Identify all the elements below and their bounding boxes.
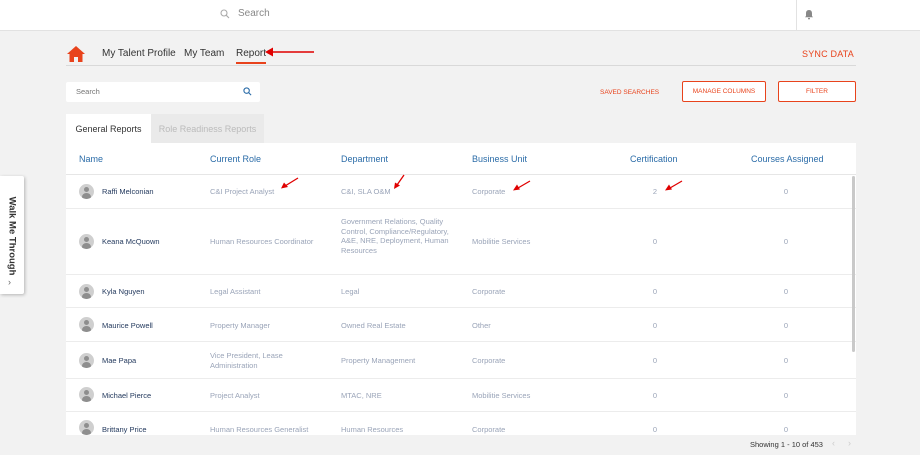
cell-current-role: Human Resources Generalist [210, 425, 309, 434]
walk-me-through-tab[interactable]: Walk Me Through › [0, 176, 24, 294]
cell-courses-assigned: 0 [783, 356, 789, 365]
column-header-department[interactable]: Department [341, 154, 388, 164]
cell-department: Legal [341, 287, 360, 296]
cell-name[interactable]: Raffi Melconian [102, 187, 154, 197]
cell-certification: 0 [652, 425, 658, 434]
cell-business-unit: Corporate [472, 356, 506, 365]
search-icon[interactable] [243, 87, 252, 96]
cell-certification: 0 [652, 356, 658, 365]
column-header-name[interactable]: Name [79, 154, 103, 164]
avatar-icon [79, 184, 94, 199]
global-search-placeholder[interactable]: Search [238, 8, 270, 19]
search-icon [220, 8, 230, 18]
cell-department: Human Resources [341, 425, 404, 434]
cell-current-role: Legal Assistant [210, 287, 261, 296]
annotation-arrow-role [281, 177, 299, 189]
nav-divider [66, 65, 856, 66]
bell-icon[interactable] [804, 9, 814, 20]
cell-department: Property Management [341, 356, 416, 365]
cell-department: Government Relations, Quality Control, C… [341, 217, 449, 255]
column-header-current-role[interactable]: Current Role [210, 154, 261, 164]
top-bar: Search [0, 0, 920, 31]
report-search[interactable] [66, 82, 260, 102]
tab-general-reports[interactable]: General Reports [66, 114, 151, 143]
cell-current-role: Human Resources Coordinator [210, 237, 314, 246]
cell-business-unit: Other [472, 321, 491, 330]
cell-name[interactable]: Mae Papa [102, 356, 136, 366]
cell-courses-assigned: 0 [783, 321, 789, 330]
annotation-arrow-certification [665, 180, 683, 191]
walk-me-through-label[interactable]: Walk Me Through [7, 197, 18, 276]
table-row[interactable]: Raffi Melconian C&I Project Analyst C&I,… [66, 175, 856, 209]
cell-business-unit: Mobilitie Services [472, 391, 531, 400]
annotation-arrow-business-unit [513, 180, 531, 191]
cell-current-role: Vice President, Lease Administration [210, 351, 283, 370]
cell-name[interactable]: Kyla Nguyen [102, 287, 145, 297]
nav-report[interactable]: Report [236, 48, 267, 64]
cell-department: C&I, SLA O&M [341, 187, 391, 196]
table-row[interactable]: Kyla Nguyen Legal Assistant Legal Corpor… [66, 275, 856, 308]
table-row[interactable]: Mae Papa Vice President, Lease Administr… [66, 342, 856, 379]
avatar-icon [79, 420, 94, 435]
cell-name[interactable]: Michael Pierce [102, 391, 151, 401]
filter-button[interactable]: FILTER [778, 81, 856, 102]
avatar-icon [79, 387, 94, 402]
avatar-icon [79, 353, 94, 368]
pagination-summary: Showing 1 - 10 of 453 [750, 440, 823, 449]
cell-department: Owned Real Estate [341, 321, 406, 330]
manage-columns-button[interactable]: MANAGE COLUMNS [682, 81, 766, 102]
cell-name[interactable]: Brittany Price [102, 425, 147, 435]
cell-courses-assigned: 0 [783, 425, 789, 434]
cell-business-unit: Corporate [472, 425, 506, 434]
sync-data-link[interactable]: SYNC DATA [802, 49, 854, 59]
cell-certification: 0 [652, 321, 658, 330]
nav-my-talent-profile[interactable]: My Talent Profile [102, 48, 176, 59]
column-header-business-unit[interactable]: Business Unit [472, 154, 527, 164]
cell-current-role: C&I Project Analyst [210, 187, 275, 196]
annotation-arrow-department [394, 174, 405, 189]
global-search[interactable]: Search [220, 8, 270, 19]
report-search-input[interactable] [76, 87, 236, 96]
cell-courses-assigned: 0 [783, 287, 789, 296]
cell-certification: 0 [652, 287, 658, 296]
saved-searches-link[interactable]: SAVED SEARCHES [600, 89, 659, 96]
nav-my-team[interactable]: My Team [184, 48, 224, 59]
tab-role-readiness-reports[interactable]: Role Readiness Reports [151, 114, 264, 143]
table-row[interactable]: Brittany Price Human Resources Generalis… [66, 412, 856, 435]
cell-name[interactable]: Maurice Powell [102, 321, 153, 331]
home-icon[interactable] [66, 45, 86, 63]
chevron-right-icon[interactable]: › [8, 277, 11, 287]
cell-current-role: Project Analyst [210, 391, 260, 400]
cell-business-unit: Corporate [472, 287, 506, 296]
cell-business-unit: Mobilitie Services [472, 237, 531, 246]
avatar-icon [79, 234, 94, 249]
annotation-arrow-report [265, 47, 314, 57]
cell-current-role: Property Manager [210, 321, 271, 330]
cell-certification: 0 [652, 391, 658, 400]
table-header: Name Current Role Department Business Un… [66, 143, 856, 175]
avatar-icon [79, 317, 94, 332]
table-row[interactable]: Michael Pierce Project Analyst MTAC, NRE… [66, 379, 856, 412]
chevron-left-icon[interactable]: ‹ [832, 438, 835, 448]
cell-department: MTAC, NRE [341, 391, 382, 400]
column-header-certification[interactable]: Certification [630, 154, 678, 164]
cell-business-unit: Corporate [472, 187, 506, 196]
chevron-right-icon[interactable]: › [848, 438, 851, 448]
avatar-icon [79, 284, 94, 299]
cell-certification: 0 [652, 237, 658, 246]
column-header-courses-assigned[interactable]: Courses Assigned [751, 154, 824, 164]
cell-courses-assigned: 0 [783, 187, 789, 196]
report-table: Name Current Role Department Business Un… [66, 143, 856, 435]
table-row[interactable]: Keana McQuown Human Resources Coordinato… [66, 209, 856, 275]
table-row[interactable]: Maurice Powell Property Manager Owned Re… [66, 308, 856, 342]
top-divider [796, 0, 797, 30]
cell-courses-assigned: 0 [783, 237, 789, 246]
table-scrollbar[interactable] [852, 176, 855, 352]
cell-name[interactable]: Keana McQuown [102, 237, 160, 247]
cell-courses-assigned: 0 [783, 391, 789, 400]
